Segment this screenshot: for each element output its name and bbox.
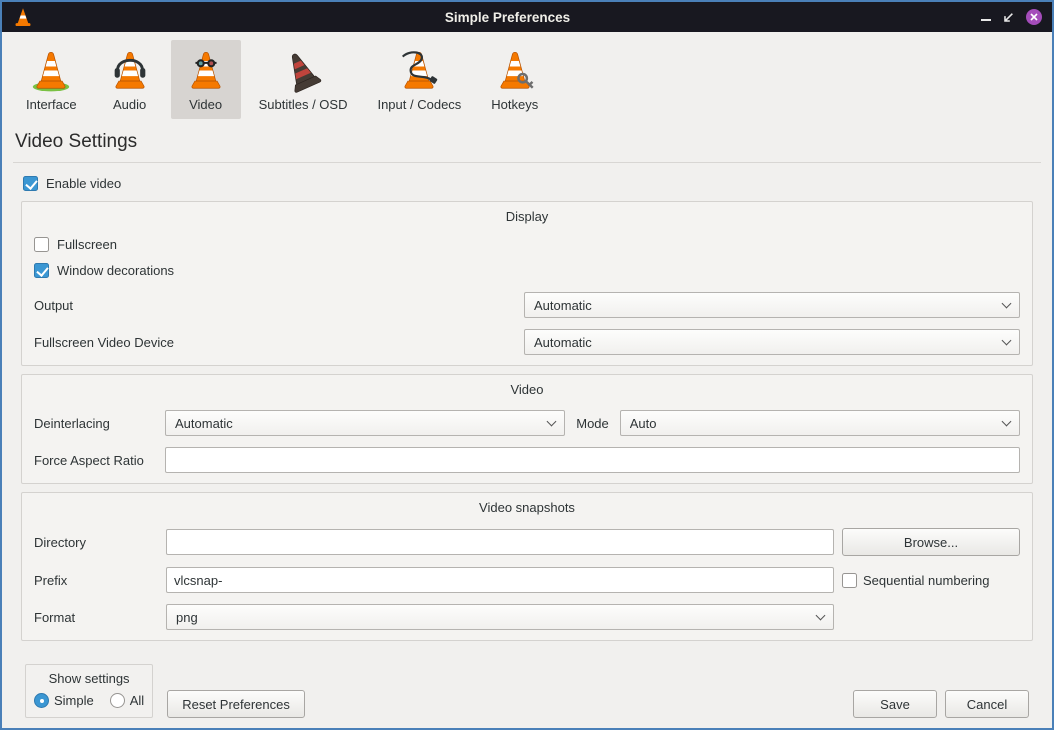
hotkeys-icon — [492, 48, 538, 94]
minimize-button[interactable] — [981, 13, 991, 21]
toolbar-item-label: Hotkeys — [491, 97, 538, 112]
chevron-down-icon — [1002, 298, 1012, 308]
toolbar-item-input-codecs[interactable]: Input / Codecs — [365, 40, 473, 119]
cancel-button[interactable]: Cancel — [945, 690, 1029, 718]
display-group: Display Fullscreen Window decorations Ou… — [21, 201, 1033, 366]
force-aspect-row: Force Aspect Ratio — [34, 447, 1020, 473]
chevron-down-icon — [1002, 335, 1012, 345]
show-settings-group: Show settings Simple All — [25, 664, 153, 718]
sequential-numbering-label: Sequential numbering — [863, 573, 989, 588]
browse-button[interactable]: Browse... — [842, 528, 1020, 556]
toolbar-item-interface[interactable]: Interface — [14, 40, 89, 119]
deinterlace-mode-select[interactable]: Auto — [620, 410, 1020, 436]
snapshot-prefix-input[interactable] — [166, 567, 834, 593]
interface-icon — [28, 48, 74, 94]
fullscreen-device-row: Fullscreen Video Device Automatic — [34, 329, 1020, 355]
output-row: Output Automatic — [34, 292, 1020, 318]
output-select[interactable]: Automatic — [524, 292, 1020, 318]
toolbar-item-label: Audio — [113, 97, 146, 112]
toolbar-item-video[interactable]: Video — [171, 40, 241, 119]
enable-video-checkbox[interactable] — [23, 176, 38, 191]
sequential-numbering-checkbox[interactable] — [842, 573, 857, 588]
window-decorations-row: Window decorations — [34, 263, 1020, 278]
minimize-icon — [981, 19, 991, 21]
vlc-app-icon — [12, 6, 34, 28]
chevron-down-icon — [547, 416, 557, 426]
close-icon — [1026, 9, 1042, 25]
snapshots-group-title: Video snapshots — [34, 495, 1020, 518]
format-label: Format — [34, 610, 166, 625]
toolbar-item-subtitles[interactable]: Subtitles / OSD — [247, 40, 360, 119]
deinterlacing-select[interactable]: Automatic — [165, 410, 565, 436]
toolbar-item-label: Input / Codecs — [377, 97, 461, 112]
save-button[interactable]: Save — [853, 690, 937, 718]
fullscreen-label: Fullscreen — [57, 237, 117, 252]
toolbar-item-hotkeys[interactable]: Hotkeys — [479, 40, 550, 119]
force-aspect-ratio-input[interactable] — [165, 447, 1020, 473]
preferences-window: Simple Preferences Interface — [0, 0, 1054, 730]
chevron-down-icon — [1002, 416, 1012, 426]
fullscreen-checkbox[interactable] — [34, 237, 49, 252]
video-group: Video Deinterlacing Automatic Mode Auto … — [21, 374, 1033, 484]
radio-all[interactable] — [110, 693, 125, 708]
display-group-title: Display — [34, 204, 1020, 227]
window-title: Simple Preferences — [34, 10, 981, 25]
titlebar[interactable]: Simple Preferences — [2, 2, 1052, 32]
fullscreen-device-select[interactable]: Automatic — [524, 329, 1020, 355]
page-title: Video Settings — [15, 131, 1041, 153]
directory-label: Directory — [34, 535, 166, 550]
fullscreen-row: Fullscreen — [34, 237, 1020, 252]
video-icon — [183, 48, 229, 94]
close-button[interactable] — [1026, 9, 1042, 25]
video-group-title: Video — [34, 377, 1020, 400]
footer: Show settings Simple All Reset Preferenc… — [13, 664, 1041, 728]
toolbar-item-label: Video — [189, 97, 222, 112]
enable-video-label: Enable video — [46, 176, 121, 191]
chevron-down-icon — [816, 610, 826, 620]
format-row: Format png — [34, 604, 1020, 630]
show-settings-title: Show settings — [34, 668, 144, 693]
input-codecs-icon — [396, 48, 442, 94]
restore-icon — [1003, 12, 1014, 23]
snapshots-group: Video snapshots Directory Browse... Pref… — [21, 492, 1033, 641]
fullscreen-device-label: Fullscreen Video Device — [34, 335, 524, 350]
snapshot-directory-input[interactable] — [166, 529, 834, 555]
toolbar-item-label: Interface — [26, 97, 77, 112]
audio-icon — [107, 48, 153, 94]
deinterlace-mode-label: Mode — [565, 416, 620, 431]
reset-preferences-button[interactable]: Reset Preferences — [167, 690, 305, 718]
prefix-row: Prefix Sequential numbering — [34, 567, 1020, 593]
title-divider — [13, 162, 1041, 163]
radio-all-label: All — [130, 693, 144, 708]
enable-video-row: Enable video — [23, 176, 1041, 191]
deinterlacing-row: Deinterlacing Automatic Mode Auto — [34, 410, 1020, 436]
restore-button[interactable] — [1003, 12, 1014, 23]
toolbar-item-label: Subtitles / OSD — [259, 97, 348, 112]
category-toolbar: Interface Audio Video — [2, 32, 1052, 119]
main-content: Video Settings Enable video Display Full… — [2, 119, 1052, 728]
toolbar-item-audio[interactable]: Audio — [95, 40, 165, 119]
subtitles-icon — [280, 48, 326, 94]
prefix-label: Prefix — [34, 573, 166, 588]
directory-row: Directory Browse... — [34, 528, 1020, 556]
deinterlacing-label: Deinterlacing — [34, 416, 165, 431]
radio-simple-label: Simple — [54, 693, 94, 708]
force-aspect-label: Force Aspect Ratio — [34, 453, 165, 468]
radio-simple[interactable] — [34, 693, 49, 708]
window-decorations-label: Window decorations — [57, 263, 174, 278]
output-label: Output — [34, 298, 524, 313]
window-decorations-checkbox[interactable] — [34, 263, 49, 278]
snapshot-format-select[interactable]: png — [166, 604, 834, 630]
